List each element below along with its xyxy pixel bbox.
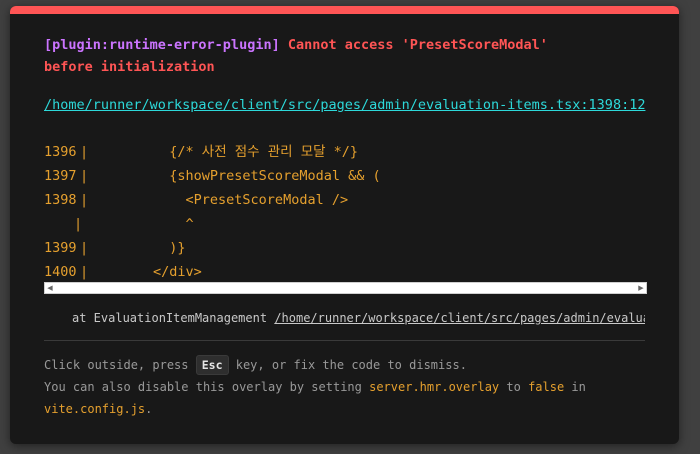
- error-caret: ^: [88, 216, 194, 232]
- tip-text: key, or fix the code to dismiss.: [228, 358, 467, 372]
- stack-frame-function: at EvaluationItemManagement: [72, 311, 268, 325]
- code-text: </div>: [88, 264, 202, 280]
- scroll-left-arrow-icon[interactable]: ◀: [45, 283, 55, 293]
- code-text: {/* 사전 점수 관리 모달 */}: [88, 144, 359, 160]
- error-message-line-2: before initialization: [44, 59, 215, 75]
- error-message: [plugin:runtime-error-plugin] Cannot acc…: [44, 34, 644, 78]
- error-message-line-1: Cannot access 'PresetScoreModal': [287, 37, 548, 53]
- code-frame-line: 1396 | {/* 사전 점수 관리 모달 */}: [44, 140, 649, 164]
- horizontal-scrollbar[interactable]: ◀ ▶: [44, 282, 647, 294]
- code-frame-line: 1397 | {showPresetScoreModal && (: [44, 164, 649, 188]
- error-overlay-window: [plugin:runtime-error-plugin] Cannot acc…: [10, 6, 679, 444]
- scroll-right-arrow-icon[interactable]: ▶: [636, 283, 646, 293]
- setting-value: false: [528, 380, 565, 394]
- line-number: 1396: [44, 144, 77, 160]
- config-file-name: vite.config.js: [44, 402, 146, 416]
- setting-name: server.hmr.overlay: [369, 380, 500, 394]
- line-number: [44, 212, 74, 236]
- stack-frame-link[interactable]: /home/runner/workspace/client/src/pages/…: [274, 311, 645, 325]
- line-number: 1397: [44, 168, 77, 184]
- esc-key-badge: Esc: [195, 355, 229, 375]
- tip-line-2: You can also disable this overlay by set…: [44, 376, 649, 398]
- code-text: <PresetScoreModal />: [88, 192, 349, 208]
- plugin-name: [plugin:runtime-error-plugin]: [44, 37, 280, 53]
- gutter-separator: |: [74, 216, 83, 232]
- code-frame-line: 1399 | )}: [44, 236, 649, 260]
- stack-trace: at EvaluationItemManagement /home/runner…: [72, 308, 645, 328]
- line-number: 1399: [44, 240, 77, 256]
- line-number: 1400: [44, 264, 77, 280]
- dismiss-tip: Click outside, press Esc key, or fix the…: [44, 354, 649, 420]
- file-location-link[interactable]: /home/runner/workspace/client/src/pages/…: [44, 94, 649, 117]
- code-frame-line: | ^: [44, 212, 649, 236]
- gutter-separator: |: [80, 168, 89, 184]
- code-text: )}: [88, 240, 186, 256]
- tip-text: You can also disable this overlay by set…: [44, 380, 370, 394]
- gutter-separator: |: [80, 192, 89, 208]
- gutter-separator: |: [80, 144, 89, 160]
- tip-text: .: [145, 402, 153, 416]
- tip-line-3: vite.config.js.: [44, 398, 649, 420]
- gutter-separator: |: [80, 240, 89, 256]
- tip-text: Click outside, press: [44, 358, 196, 372]
- tip-text: in: [564, 380, 586, 394]
- tip-line-1: Click outside, press Esc key, or fix the…: [44, 354, 649, 376]
- tip-text: to: [499, 380, 529, 394]
- error-accent-bar: [10, 6, 679, 14]
- code-frame: 1396 | {/* 사전 점수 관리 모달 */} 1397 | {showPre…: [44, 140, 649, 282]
- code-frame-line: 1400 | </div>: [44, 260, 649, 282]
- code-text: {showPresetScoreModal && (: [88, 168, 381, 184]
- line-number: 1398: [44, 192, 77, 208]
- divider: [44, 340, 645, 341]
- gutter-separator: |: [80, 264, 89, 280]
- code-frame-line: 1398 | <PresetScoreModal />: [44, 188, 649, 212]
